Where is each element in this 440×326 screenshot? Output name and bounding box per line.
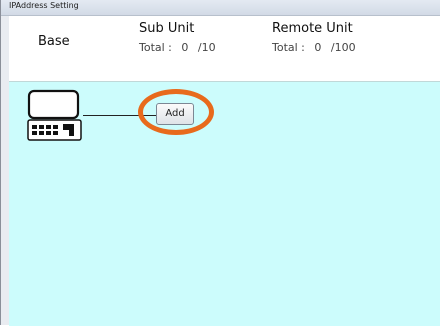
window-title: IPAddress Setting [9,1,79,10]
base-unit-icon[interactable] [27,88,83,142]
remote-unit-total-label: Total : [272,41,305,54]
sub-unit-count: 0 [181,41,189,54]
connection-line [83,115,156,116]
remote-unit-total: Total : 0 /100 [272,41,356,54]
add-sub-unit-button[interactable]: Add [156,103,194,125]
remote-unit-count: 0 [314,41,322,54]
sub-unit-total: Total : 0 /10 [139,41,216,54]
remote-unit-column-title: Remote Unit [272,21,353,36]
sub-unit-max: /10 [197,41,216,54]
sub-unit-column-title: Sub Unit [139,21,195,36]
remote-unit-max: /100 [330,41,356,54]
unit-header: Base Sub Unit Total : 0 /10 Remote Unit … [9,16,440,81]
base-column-title: Base [38,34,70,49]
title-bar: IPAddress Setting [1,0,440,16]
sub-unit-total-label: Total : [139,41,172,54]
ipaddress-setting-window: IPAddress Setting Base Sub Unit Total : … [0,0,440,326]
